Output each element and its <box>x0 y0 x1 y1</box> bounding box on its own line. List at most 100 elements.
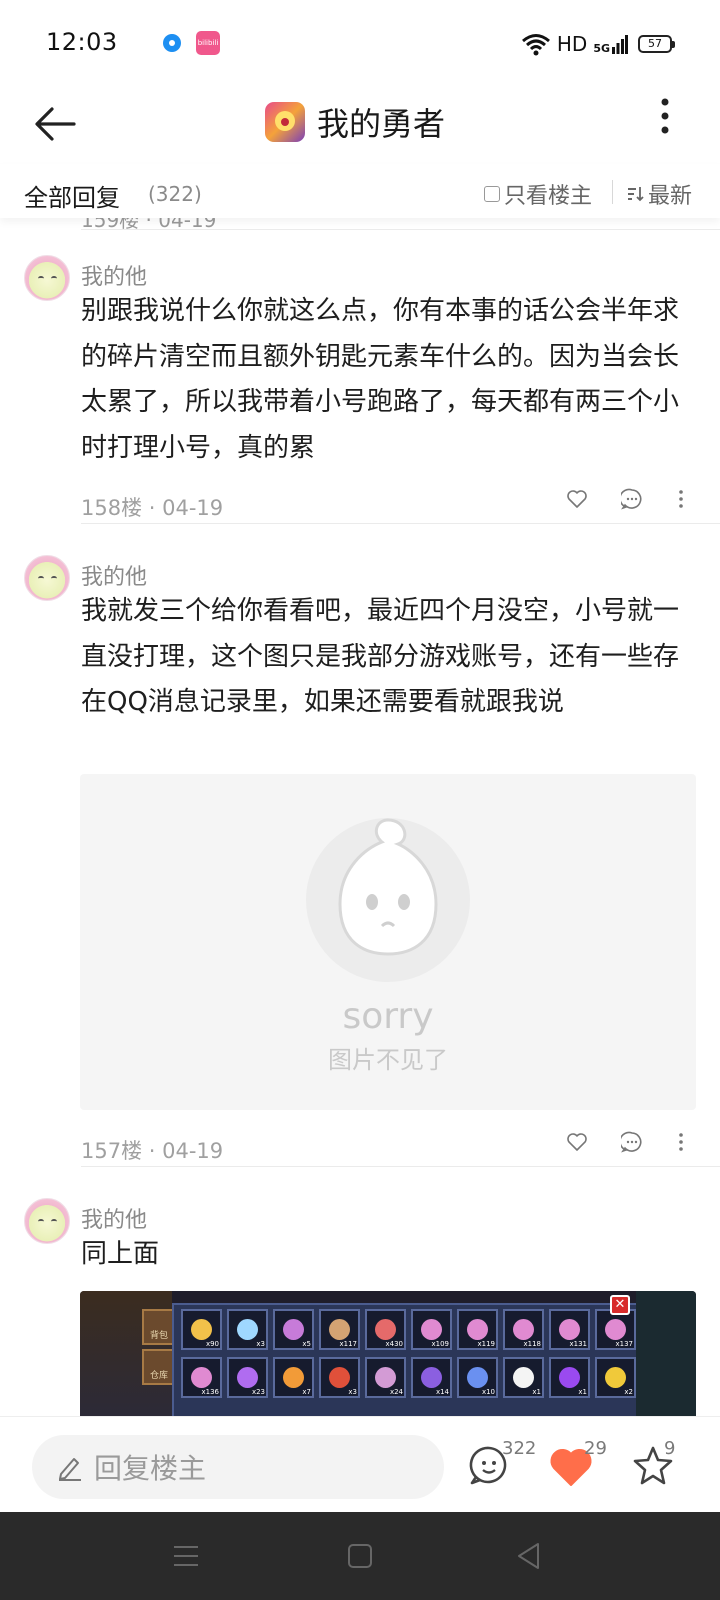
sort-toggle[interactable]: 最新 <box>626 178 692 210</box>
inventory-count: x5 <box>302 1340 311 1348</box>
inventory-slot: x118 <box>503 1309 544 1350</box>
inventory-item-icon <box>421 1319 442 1340</box>
inventory-item-icon <box>467 1367 488 1388</box>
only-op-label: 只看楼主 <box>504 184 593 209</box>
system-navigation-bar <box>0 1512 720 1600</box>
reply-feed[interactable]: 159楼 · 04-19 我的他 别跟我说什么你就这么点，你有本事的话公会半年求… <box>0 218 720 1416</box>
sort-icon <box>628 187 644 202</box>
inventory-item-icon <box>283 1319 304 1340</box>
inventory-item-icon <box>237 1367 258 1388</box>
more-icon[interactable] <box>676 489 686 509</box>
inventory-slot: x10 <box>457 1357 498 1398</box>
signal-bars-icon <box>612 35 628 54</box>
back-arrow-icon <box>35 107 76 141</box>
reply-actions <box>566 1127 686 1157</box>
more-vertical-icon <box>661 98 669 134</box>
inventory-item-icon <box>559 1319 580 1340</box>
like-icon[interactable] <box>566 489 588 509</box>
floor-meta: 157楼 · 04-19 <box>81 1139 224 1163</box>
sort-label: 最新 <box>648 184 693 209</box>
reply-input[interactable]: 回复楼主 <box>32 1435 444 1499</box>
author-name[interactable]: 我的他 <box>81 559 147 591</box>
missing-image[interactable]: sorry 图片不见了 <box>80 774 696 1110</box>
author-name[interactable]: 我的他 <box>81 1202 147 1234</box>
reply-placeholder: 回复楼主 <box>94 1452 207 1485</box>
avatar[interactable] <box>24 1198 70 1244</box>
inventory-count: x3 <box>256 1340 265 1348</box>
inventory-slot: x1 <box>503 1357 544 1398</box>
comment-icon[interactable] <box>621 1131 643 1153</box>
like-icon[interactable] <box>566 1132 588 1152</box>
game-tab-backpack: 背包 <box>142 1309 176 1345</box>
inventory-item-icon <box>283 1367 304 1388</box>
game-logo-icon <box>265 102 305 142</box>
inventory-count: x3 <box>348 1388 357 1396</box>
inventory-slot: x2 <box>595 1357 636 1398</box>
nav-title-group[interactable]: 我的勇者 <box>265 92 445 152</box>
sorry-title: sorry <box>342 996 434 1037</box>
comment-count: 322 <box>502 1438 537 1459</box>
back-triangle-icon[interactable] <box>516 1542 542 1570</box>
bilibili-icon-text: bilibili <box>197 39 219 47</box>
inventory-slot: x117 <box>319 1309 360 1350</box>
previous-floor-meta: 159楼 · 04-19 <box>81 218 217 232</box>
inventory-count: x136 <box>201 1388 219 1396</box>
reply-text: 同上面 <box>81 1239 160 1269</box>
bilibili-notification-icon: bilibili <box>196 31 220 55</box>
inventory-count: x10 <box>481 1388 495 1396</box>
home-icon[interactable] <box>347 1543 373 1569</box>
comment-icon[interactable] <box>621 488 643 510</box>
game-close-icon: ✕ <box>610 1295 630 1315</box>
inventory-item-icon <box>467 1319 488 1340</box>
inventory-count: x7 <box>302 1388 311 1396</box>
inventory-slot: x90 <box>181 1309 222 1350</box>
menu-icon[interactable] <box>172 1544 200 1568</box>
reply-actions <box>566 484 686 514</box>
inventory-item-icon <box>605 1367 626 1388</box>
inventory-item-icon <box>421 1367 442 1388</box>
more-options-button[interactable] <box>650 92 680 152</box>
sorry-subtitle: 图片不见了 <box>328 1046 448 1074</box>
inventory-slot: x136 <box>181 1357 222 1398</box>
floor-meta: 158楼 · 04-19 <box>81 496 224 520</box>
pencil-icon <box>59 1458 81 1481</box>
inventory-count: x1 <box>532 1388 541 1396</box>
avatar[interactable] <box>24 555 70 601</box>
status-indicators: HD 5G 57 <box>521 30 675 58</box>
reply-text: 我就发三个给你看看吧，最近四个月没空，小号就一直没打理，这个图只是我部分游戏账号… <box>81 596 680 717</box>
inventory-item-icon <box>237 1319 258 1340</box>
inventory-count: x119 <box>477 1340 495 1348</box>
signal-indicator: 5G <box>593 34 628 54</box>
reply-header: 全部回复 (322) 只看楼主 最新 <box>0 164 720 218</box>
more-icon[interactable] <box>676 1132 686 1152</box>
only-op-toggle[interactable]: 只看楼主 <box>484 178 592 210</box>
inventory-slot: x7 <box>273 1357 314 1398</box>
author-name[interactable]: 我的他 <box>81 259 147 291</box>
game-tab-label: 背包 <box>149 1331 168 1341</box>
status-time: 12:03 <box>46 28 118 56</box>
back-button[interactable] <box>30 100 80 150</box>
inventory-count: x109 <box>431 1340 449 1348</box>
inventory-count: x24 <box>389 1388 403 1396</box>
only-op-checkbox[interactable] <box>484 186 500 202</box>
inventory-slot: x430 <box>365 1309 406 1350</box>
status-bar: 12:03 bilibili HD 5G 57 <box>0 0 720 86</box>
inventory-slot: x1 <box>549 1357 590 1398</box>
inventory-slot: x23 <box>227 1357 268 1398</box>
inventory-slot: x3 <box>319 1357 360 1398</box>
favorite-button[interactable] <box>632 1437 692 1497</box>
inventory-count: x131 <box>569 1340 587 1348</box>
inventory-item-icon <box>513 1319 534 1340</box>
top-nav: 我的勇者 <box>0 86 720 164</box>
sorry-mascot-icon <box>338 818 438 956</box>
inventory-count: x2 <box>624 1388 633 1396</box>
page-title: 我的勇者 <box>317 105 446 143</box>
inventory-slot: x14 <box>411 1357 452 1398</box>
reply-count: (322) <box>148 182 202 206</box>
inventory-count: x1 <box>578 1388 587 1396</box>
star-count: 9 <box>664 1438 676 1459</box>
avatar[interactable] <box>24 255 70 301</box>
game-screenshot[interactable]: 背包 仓库 x90 x3 x5 x117 x430 x109 x119 x118 x131 x13… <box>80 1291 696 1416</box>
inventory-item-icon <box>605 1319 626 1340</box>
inventory-slot: x3 <box>227 1309 268 1350</box>
